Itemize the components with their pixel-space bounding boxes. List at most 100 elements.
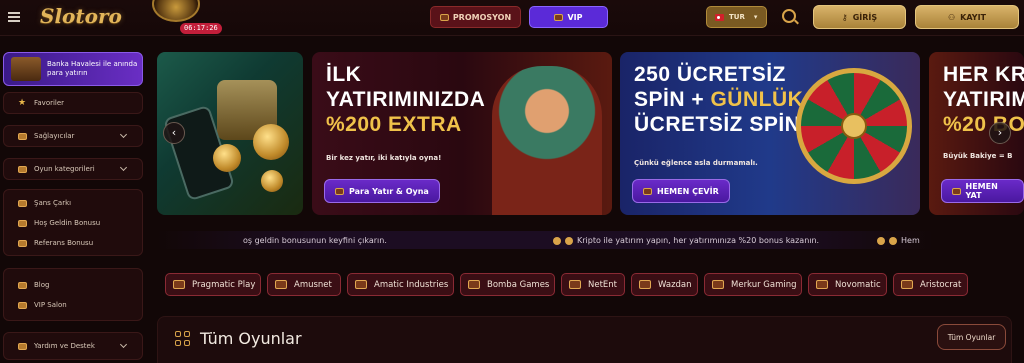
sidebar-item-blog[interactable]: Blog [4,275,142,295]
sidebar-item-label: VIP Salon [34,301,67,309]
section-title: Tüm Oyunlar [200,329,302,348]
promotions-button[interactable]: PROMOSYON [430,6,521,28]
sidebar-item-support[interactable]: Yardım ve Destek [4,336,142,356]
language-label: TUR [729,13,745,21]
sidebar-item-label: Favoriler [34,99,65,107]
sidebar-group-support: Yardım ve Destek [3,332,143,360]
slider-next-button[interactable]: › [989,122,1011,144]
bell-icon [565,236,573,245]
register-label: KAYIT [960,12,987,22]
bank-transfer-promo[interactable]: Banka Havalesi ile anında para yatırın [3,52,143,86]
sidebar-item-vip-salon[interactable]: VIP Salon [4,295,142,315]
vip-icon [18,301,27,309]
sidebar-group-favorites: ★ Favoriler [3,92,143,114]
register-button[interactable]: ⚇ KAYIT [915,5,1019,29]
chevron-down-icon [119,340,128,349]
bell-icon [553,236,561,245]
crown-icon [952,187,961,195]
provider-icon [639,280,651,289]
fortune-wheel-image [796,68,912,184]
provider-chip-bomba-games[interactable]: Bomba Games [460,273,555,296]
provider-chip-netent[interactable]: NetEnt [561,273,625,296]
slide-subtitle: Çünkü eğlence asla durmamalı. [634,159,758,167]
provider-icon [816,280,828,289]
top-bar: Slotoro 06:17:26 PROMOSYON VIP TUR ▾ ⚷ G… [0,0,1024,36]
queen-illustration [492,66,602,215]
grid-icon [175,331,190,346]
sidebar-item-label: Şans Çarkı [34,199,72,207]
all-games-section: Tüm Oyunlar Tüm Oyunlar [157,316,1012,363]
crown-icon [554,13,564,21]
login-button[interactable]: ⚷ GİRİŞ [813,5,906,29]
blog-icon [18,281,27,289]
provider-chip-novomatic[interactable]: Novomatic [808,273,887,296]
provider-icon [355,280,367,289]
site-logo[interactable]: Slotoro [40,4,122,30]
language-selector[interactable]: TUR ▾ [706,6,767,28]
provider-icon [275,280,287,289]
slide-deposit-bonus[interactable]: İLK YATIRIMINIZDA %200 EXTRA Bir kez yat… [312,52,612,215]
wheel-icon [18,199,27,207]
provider-chip-wazdan[interactable]: Wazdan [631,273,698,296]
sidebar-item-label: Sağlayıcılar [34,132,75,140]
sidebar-group-providers: Sağlayıcılar [3,125,143,147]
crown-icon [335,187,344,195]
sidebar-item-label: Blog [34,281,50,289]
crown-icon [643,187,652,195]
slide-subtitle: Büyük Bakiye = B [943,152,1013,160]
turkey-flag-icon [715,13,724,21]
sidebar-group-info: Blog VIP Salon [3,268,143,321]
sidebar-item-label: Hoş Geldin Bonusu [34,219,101,227]
provider-icon [173,280,185,289]
slide-title: HER KRİ YATIRIM %20 BO [943,63,1024,136]
gift-icon [18,219,27,227]
slide-subtitle: Bir kez yatır, iki katıyla oyna! [326,154,442,162]
slide-title: İLK YATIRIMINIZDA %200 EXTRA [326,63,486,136]
ticker-item: oş geldin bonusunun keyfini çıkarın. [243,236,387,245]
provider-icon [569,280,581,289]
promo-card-text: Banka Havalesi ile anında para yatırın [47,60,138,77]
cta-label: HEMEN YAT [965,182,998,200]
menu-icon[interactable] [8,12,20,22]
spin-now-button[interactable]: HEMEN ÇEVİR [632,179,730,203]
ticker-item: Hem [877,236,920,245]
sidebar-item-label: Oyun kategorileri [34,165,95,173]
sidebar-item-categories[interactable]: Oyun kategorileri [4,159,142,179]
ticker-item: Kripto ile yatırım yapın, her yatırımını… [553,236,819,245]
slider-prev-button[interactable]: ‹ [163,122,185,144]
provider-icon [712,280,724,289]
sidebar-item-welcome-bonus[interactable]: Hoş Geldin Bonusu [4,213,142,233]
key-icon: ⚷ [841,12,848,22]
sidebar-item-label: Referans Bonusu [34,239,94,247]
sidebar-item-label: Yardım ve Destek [34,342,95,350]
deposit-play-button[interactable]: Para Yatır & Oyna [324,179,440,203]
provider-chip-pragmatic-play[interactable]: Pragmatic Play [165,273,261,296]
chevron-down-icon [119,130,128,139]
provider-icon [468,280,480,289]
gift-icon [439,13,449,21]
sidebar-item-providers[interactable]: Sağlayıcılar [4,126,142,146]
slide-free-spins[interactable]: 250 ÜCRETSİZ SPİN + GÜNLÜK 10 ÜCRETSİZ S… [620,52,920,215]
category-icon [18,165,27,173]
search-icon[interactable] [782,9,796,23]
referral-icon [18,239,27,247]
all-games-button[interactable]: Tüm Oyunlar [937,324,1006,350]
vip-button[interactable]: VIP [529,6,608,28]
provider-chip-aristocrat[interactable]: Aristocrat [893,273,968,296]
provider-chip-amusnet[interactable]: Amusnet [267,273,341,296]
login-label: GİRİŞ [852,12,878,22]
sidebar-group-bonuses: Şans Çarkı Hoş Geldin Bonusu Referans Bo… [3,189,143,256]
provider-chip-merkur[interactable]: Merkur Gaming [704,273,802,296]
tournament-medal-icon[interactable] [152,0,200,22]
cta-label: Para Yatır & Oyna [349,186,429,196]
sidebar-item-referral-bonus[interactable]: Referans Bonusu [4,233,142,253]
provider-chip-amatic[interactable]: Amatic Industries [347,273,454,296]
sidebar-item-favorites[interactable]: ★ Favoriler [4,93,142,113]
chevron-down-icon: ▾ [753,13,758,21]
sidebar-group-categories: Oyun kategorileri [3,158,143,180]
coin-image [253,124,289,160]
bell-icon [889,236,897,245]
deposit-now-button[interactable]: HEMEN YAT [941,179,1024,203]
sidebar-item-wheel[interactable]: Şans Çarkı [4,193,142,213]
promotions-label: PROMOSYON [452,12,512,22]
